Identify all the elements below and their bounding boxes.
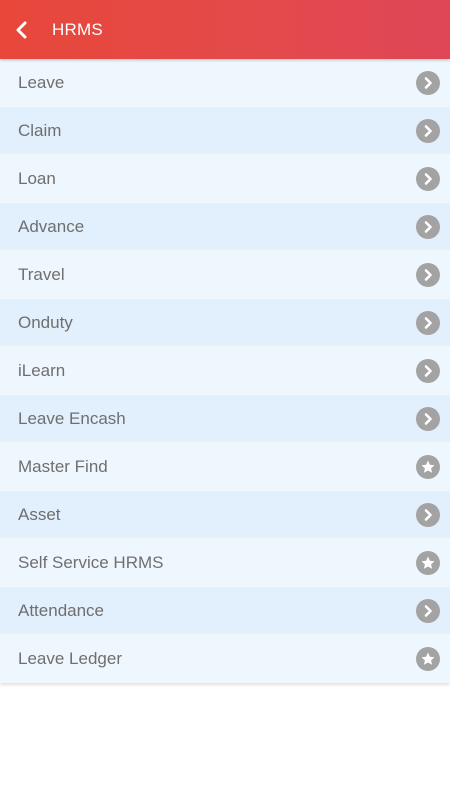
menu-item-claim[interactable]: Claim [0, 107, 450, 155]
chevron-left-icon [16, 21, 27, 38]
menu-item-label: Loan [18, 168, 56, 188]
menu-item-advance[interactable]: Advance [0, 203, 450, 251]
star-icon[interactable] [416, 550, 440, 575]
menu-item-label: Travel [18, 264, 65, 284]
menu-item-label: Master Find [18, 456, 108, 476]
menu-item-leave-encash[interactable]: Leave Encash [0, 395, 450, 443]
menu-item-loan[interactable]: Loan [0, 155, 450, 203]
menu-item-leave-ledger[interactable]: Leave Ledger [0, 635, 450, 683]
menu-item-master-find[interactable]: Master Find [0, 443, 450, 491]
arrow-right-icon[interactable] [416, 502, 440, 527]
arrow-right-icon[interactable] [416, 214, 440, 239]
back-button[interactable] [0, 0, 44, 59]
arrow-right-icon[interactable] [416, 166, 440, 191]
menu-item-label: Advance [18, 216, 85, 236]
menu-item-travel[interactable]: Travel [0, 251, 450, 299]
arrow-right-icon[interactable] [416, 598, 440, 623]
menu-item-asset[interactable]: Asset [0, 491, 450, 539]
menu-item-label: Attendance [18, 600, 105, 620]
menu-item-leave[interactable]: Leave [0, 59, 450, 107]
arrow-right-icon[interactable] [416, 70, 440, 95]
arrow-right-icon[interactable] [416, 310, 440, 335]
hrms-menu-list: Leave Claim Loan Advance Travel Onduty iLearn L… [0, 59, 450, 683]
page-title: HRMS [52, 20, 103, 39]
arrow-right-icon[interactable] [416, 118, 440, 143]
menu-item-label: Asset [18, 504, 61, 524]
arrow-right-icon[interactable] [416, 406, 440, 431]
menu-item-self-service-hrms[interactable]: Self Service HRMS [0, 539, 450, 587]
menu-item-label: Leave Encash [18, 408, 126, 428]
menu-item-label: Leave Ledger [18, 648, 122, 668]
menu-item-label: Claim [18, 120, 62, 140]
app-header: HRMS [0, 0, 450, 59]
menu-item-onduty[interactable]: Onduty [0, 299, 450, 347]
menu-item-attendance[interactable]: Attendance [0, 587, 450, 635]
menu-item-label: Leave [18, 72, 65, 92]
menu-item-label: Self Service HRMS [18, 552, 164, 572]
menu-item-ilearn[interactable]: iLearn [0, 347, 450, 395]
star-icon[interactable] [416, 646, 440, 671]
arrow-right-icon[interactable] [416, 358, 440, 383]
menu-item-label: iLearn [18, 360, 66, 380]
star-icon[interactable] [416, 454, 440, 479]
menu-item-label: Onduty [18, 312, 73, 332]
arrow-right-icon[interactable] [416, 262, 440, 287]
